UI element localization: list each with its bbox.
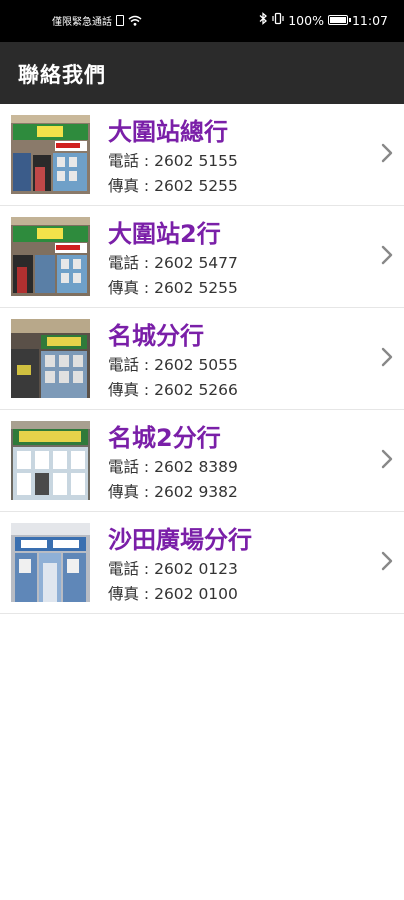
app-bar: 聯絡我們 [0,42,404,104]
clock: 11:07 [351,12,388,28]
branch-fax: 傳真 : 2602 5255 [108,177,238,195]
branch-list: 大圍站總行 電話 : 2602 5155 傳真 : 2602 5255 大圍站2… [0,104,404,614]
branch-photo [11,523,90,602]
branch-phone: 電話 : 2602 5477 [108,254,238,272]
chevron-right-icon [381,245,393,265]
chevron-right-icon [381,449,393,469]
chevron-right-icon [381,143,393,163]
branch-fax: 傳真 : 2602 9382 [108,483,238,501]
branch-photo [11,319,90,398]
branch-fax: 傳真 : 2602 5266 [108,381,238,399]
status-right: 100% 11:07 [259,12,388,28]
branch-name: 大圍站總行 [108,118,228,146]
branch-name: 名城2分行 [108,424,221,452]
status-bar: 僅限緊急通話 100% 11:07 [0,0,404,42]
page-title: 聯絡我們 [18,63,106,87]
branch-fax: 傳真 : 2602 0100 [108,585,238,603]
branch-list-item[interactable]: 名城分行 電話 : 2602 5055 傳真 : 2602 5266 [0,308,404,410]
branch-phone: 電話 : 2602 5055 [108,356,238,374]
emergency-calls-text: 僅限緊急通話 [52,17,112,28]
bluetooth-icon [259,12,268,28]
branch-list-item[interactable]: 沙田廣場分行 電話 : 2602 0123 傳真 : 2602 0100 [0,512,404,614]
branch-phone: 電話 : 2602 0123 [108,560,238,578]
branch-phone: 電話 : 2602 8389 [108,458,238,476]
branch-phone: 電話 : 2602 5155 [108,152,238,170]
branch-fax: 傳真 : 2602 5255 [108,279,238,297]
branch-name: 沙田廣場分行 [108,526,252,554]
wifi-icon [128,15,142,26]
branch-photo [11,115,90,194]
sim-card-icon [116,15,124,26]
chevron-right-icon [381,347,393,367]
branch-photo [11,217,90,296]
branch-name: 大圍站2行 [108,220,221,248]
battery-percent: 100% [288,12,324,28]
battery-icon [327,15,351,25]
branch-name: 名城分行 [108,322,204,350]
branch-photo [11,421,90,500]
branch-list-item[interactable]: 名城2分行 電話 : 2602 8389 傳真 : 2602 9382 [0,410,404,512]
vibrate-icon [272,12,284,28]
status-left: 僅限緊急通話 [52,13,142,28]
branch-list-item[interactable]: 大圍站2行 電話 : 2602 5477 傳真 : 2602 5255 [0,206,404,308]
branch-list-item[interactable]: 大圍站總行 電話 : 2602 5155 傳真 : 2602 5255 [0,104,404,206]
chevron-right-icon [381,551,393,571]
